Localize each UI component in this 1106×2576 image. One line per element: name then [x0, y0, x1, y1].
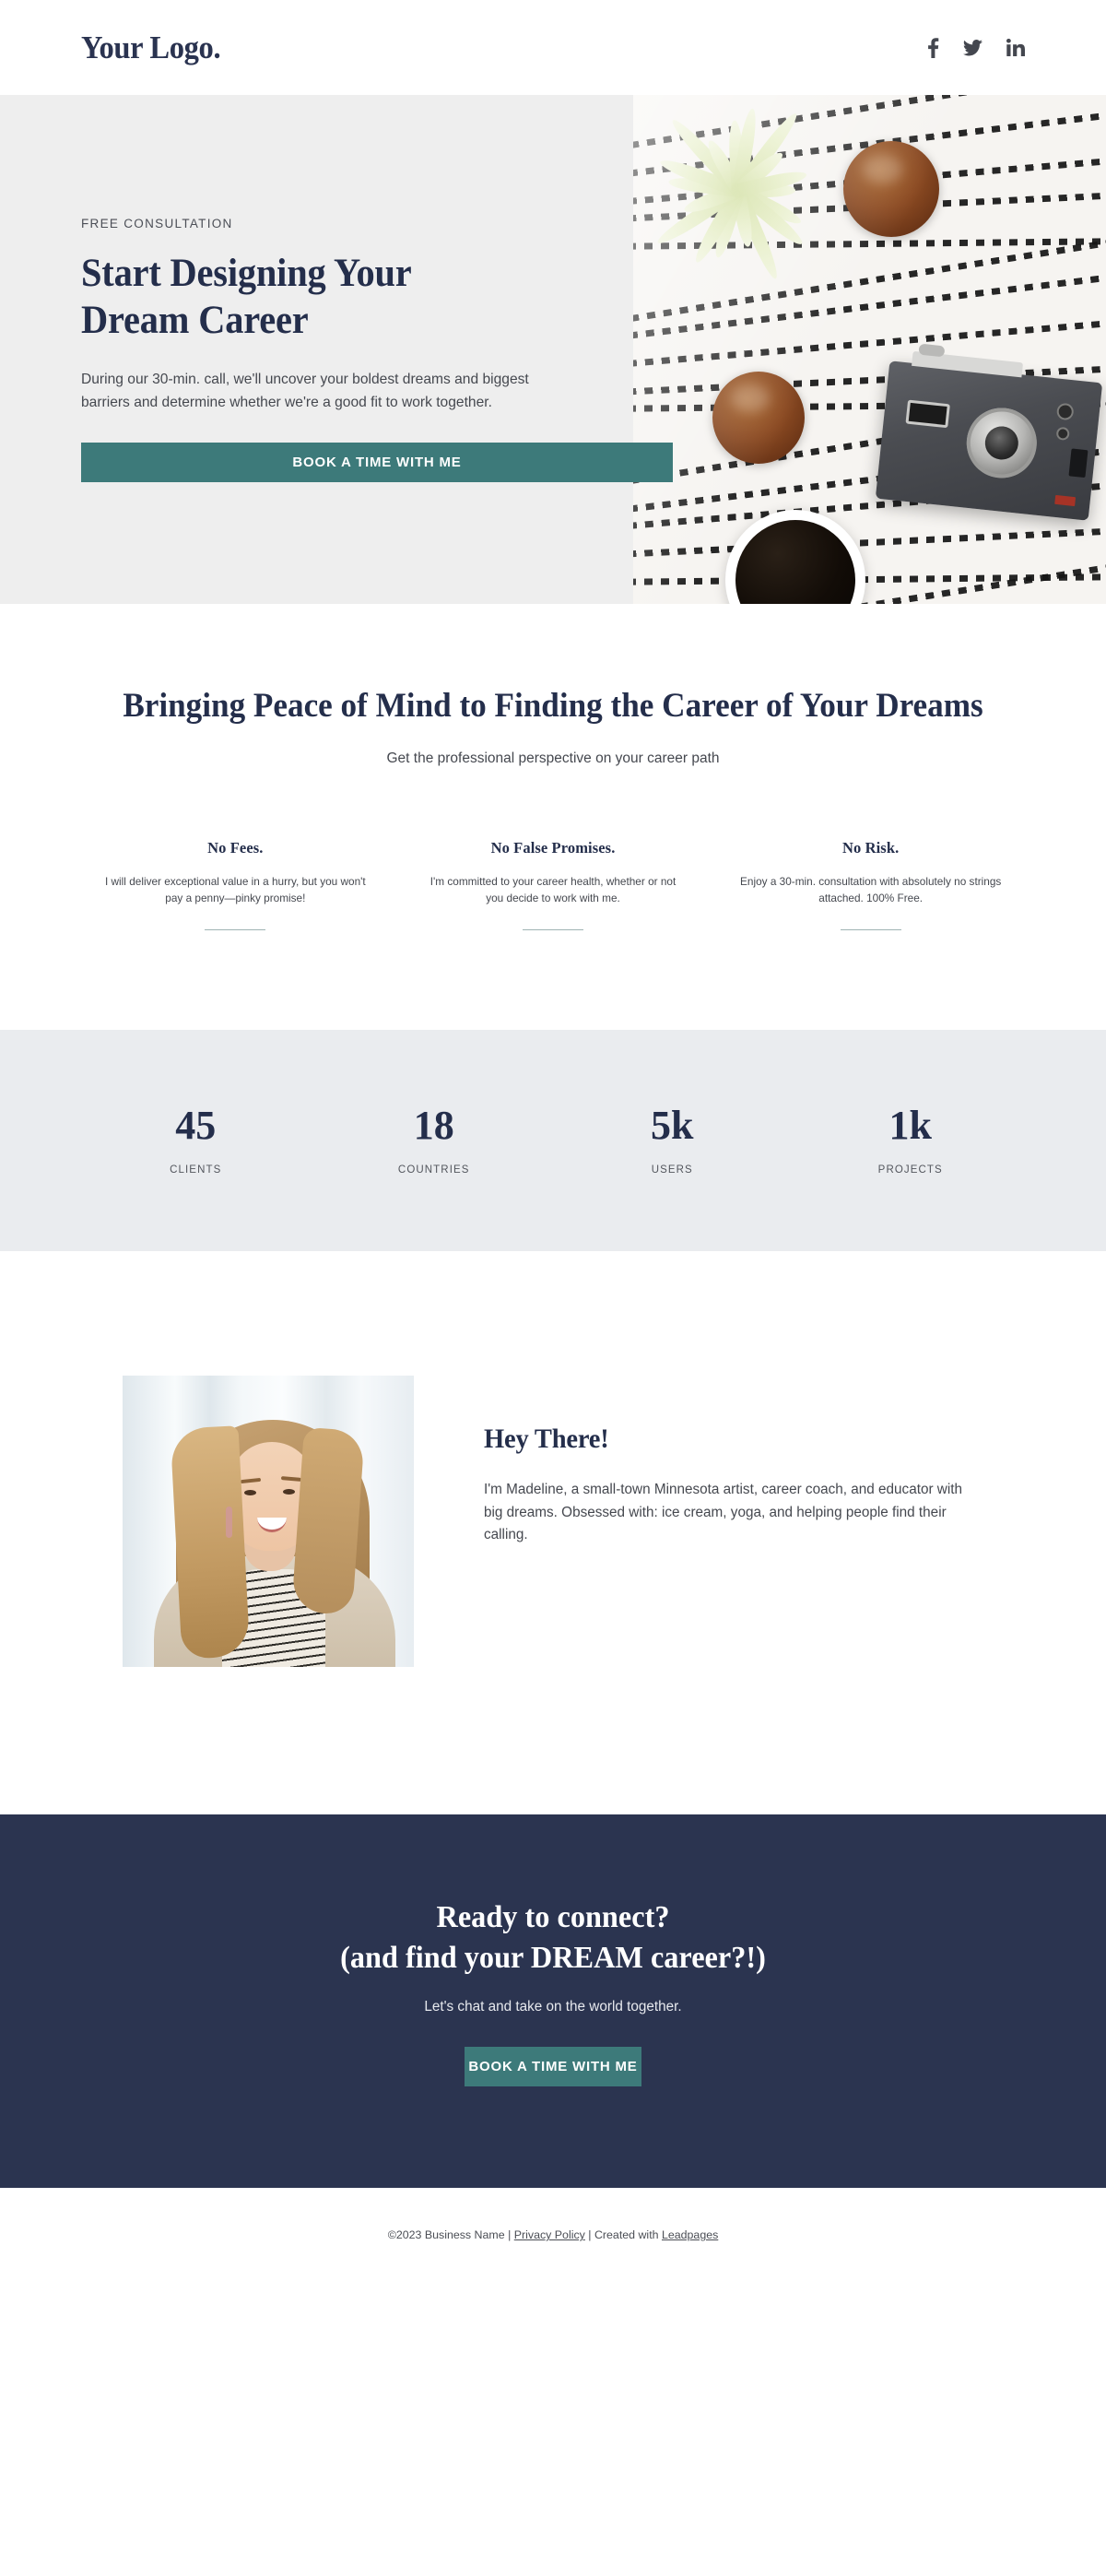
feature-body: I will deliver exceptional value in a hu…: [104, 874, 366, 904]
site-logo[interactable]: Your Logo.: [81, 30, 221, 66]
stat-item: 5k USERS: [553, 1105, 792, 1176]
hero-eyebrow: FREE CONSULTATION: [81, 217, 233, 231]
footer-separator-1: |: [504, 2228, 514, 2242]
cta-subtitle: Let's chat and take on the world togethe…: [424, 1999, 682, 2015]
promise-title: Bringing Peace of Mind to Finding the Ca…: [123, 687, 983, 725]
feature-list: No Fees. I will deliver exceptional valu…: [76, 839, 1030, 930]
landing-page: Your Logo. FREE CONSULTATION Start Desig…: [0, 0, 1106, 2283]
stat-label: PROJECTS: [877, 1164, 943, 1176]
hero-title-line-2: Dream Career: [81, 298, 309, 342]
hero-content: FREE CONSULTATION Start Designing Your D…: [81, 95, 673, 604]
about-body: I'm Madeline, a small-town Minnesota art…: [484, 1481, 963, 1543]
stat-label: CLIENTS: [170, 1164, 222, 1176]
hero-body-text: During our 30-min. call, we'll uncover y…: [81, 372, 529, 411]
feature-divider: [205, 928, 266, 930]
social-links: [927, 37, 1025, 58]
feature-body: Enjoy a 30-min. consultation with absolu…: [740, 874, 1002, 904]
linkedin-icon[interactable]: [1006, 39, 1025, 56]
feature-divider: [523, 928, 583, 930]
photo-highlight: [633, 95, 1106, 604]
footer-copyright: ©2023 Business Name: [387, 2228, 505, 2242]
privacy-policy-link[interactable]: Privacy Policy: [514, 2228, 585, 2241]
about-title: Hey There!: [484, 1423, 609, 1454]
cta-title: Ready to connect? (and find your DREAM c…: [28, 1897, 1078, 1979]
cta-section: Ready to connect? (and find your DREAM c…: [0, 1814, 1106, 2189]
twitter-icon[interactable]: [963, 39, 982, 56]
site-header: Your Logo.: [0, 0, 1106, 95]
stat-item: 45 CLIENTS: [76, 1105, 315, 1176]
stat-value: 1k: [888, 1102, 932, 1148]
stat-value: 18: [413, 1102, 454, 1148]
profile-photo: [123, 1375, 414, 1667]
hero-image: [633, 95, 1106, 604]
hero-title-line-1: Start Designing Your: [81, 252, 412, 296]
stat-item: 18 COUNTRIES: [315, 1105, 554, 1176]
stat-value: 5k: [651, 1102, 694, 1148]
footer-credits: ©2023 Business Name | Privacy Policy | C…: [388, 2228, 719, 2241]
cta-book-button[interactable]: BOOK A TIME WITH ME: [465, 2047, 641, 2087]
stat-value: 45: [175, 1102, 217, 1148]
stat-label: COUNTRIES: [397, 1164, 470, 1176]
promise-subtitle: Get the professional perspective on your…: [386, 750, 720, 766]
portrait-container: [76, 1375, 464, 1667]
feature-item: No Fees. I will deliver exceptional valu…: [76, 839, 394, 930]
stats-section: 45 CLIENTS 18 COUNTRIES 5k USERS 1k PROJ…: [0, 1029, 1106, 1251]
leadpages-link[interactable]: Leadpages: [662, 2228, 718, 2241]
feature-title: No False Promises.: [490, 838, 616, 857]
hero-title: Start Designing Your Dream Career: [81, 251, 566, 344]
feature-title: No Fees.: [207, 838, 264, 857]
about-content: Hey There! I'm Madeline, a small-town Mi…: [464, 1376, 980, 1667]
facebook-icon[interactable]: [927, 37, 939, 58]
cta-title-line-1: Ready to connect?: [436, 1899, 670, 1934]
about-section: Hey There! I'm Madeline, a small-town Mi…: [0, 1250, 1106, 1814]
cta-title-line-2: (and find your DREAM career?!): [340, 1941, 766, 1976]
stat-item: 1k PROJECTS: [792, 1105, 1030, 1176]
feature-item: No False Promises. I'm committed to your…: [394, 839, 712, 930]
site-footer: ©2023 Business Name | Privacy Policy | C…: [0, 2188, 1106, 2283]
promise-section: Bringing Peace of Mind to Finding the Ca…: [0, 604, 1106, 930]
feature-title: No Risk.: [842, 838, 900, 857]
feature-divider: [840, 928, 901, 930]
footer-separator-2: | Created with: [584, 2228, 662, 2242]
feature-body: I'm committed to your career health, whe…: [429, 874, 677, 904]
hero-book-button[interactable]: BOOK A TIME WITH ME: [81, 442, 673, 482]
stat-label: USERS: [651, 1164, 693, 1176]
hero-section: FREE CONSULTATION Start Designing Your D…: [0, 95, 1106, 604]
stats-list: 45 CLIENTS 18 COUNTRIES 5k USERS 1k PROJ…: [76, 1105, 1030, 1176]
feature-item: No Risk. Enjoy a 30-min. consultation wi…: [712, 839, 1030, 930]
